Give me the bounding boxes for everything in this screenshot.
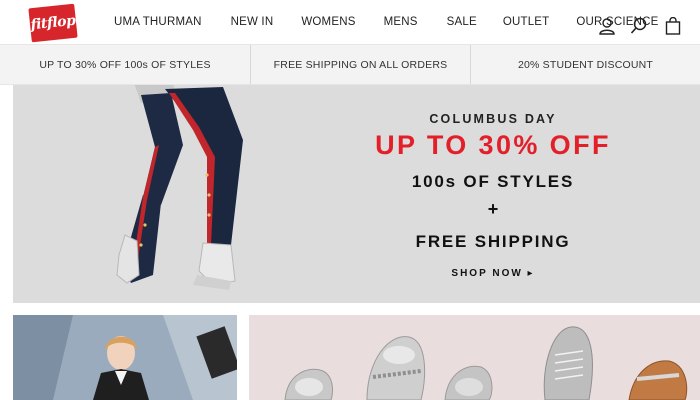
bag-icon[interactable]	[664, 17, 682, 35]
header-icons	[590, 0, 700, 44]
site-header: fitflop UMA THURMAN NEW IN WOMENS MENS S…	[0, 0, 700, 44]
hero-line-shipping: FREE SHIPPING	[415, 232, 571, 251]
brand-logo-text: fitflop	[29, 12, 77, 34]
main-nav: UMA THURMAN NEW IN WOMENS MENS SALE OUTL…	[110, 0, 658, 44]
nav-item-outlet[interactable]: OUTLET	[503, 16, 550, 28]
nav-item-sale[interactable]: SALE	[447, 16, 477, 28]
nav-item-mens[interactable]: MENS	[384, 16, 418, 28]
promo-tile-shoes[interactable]	[249, 315, 700, 400]
promo-item-sale[interactable]: UP TO 30% OFF 100s OF STYLES	[0, 45, 250, 84]
hero-model-image	[116, 85, 243, 290]
nav-item-womens[interactable]: WOMENS	[301, 16, 355, 28]
search-icon[interactable]	[630, 17, 648, 35]
hero-text-block: COLUMBUS DAY UP TO 30% OFF 100s OF STYLE…	[293, 85, 693, 303]
promo-tile-model[interactable]	[13, 315, 237, 400]
hero-line-styles: 100s OF STYLES	[411, 172, 575, 191]
model-portrait-image	[13, 315, 237, 400]
hero-deal-headline: UP TO 30% OFF	[375, 130, 611, 160]
nav-item-uma-thurman[interactable]: UMA THURMAN	[114, 16, 202, 28]
hero-plus: +	[487, 199, 499, 219]
hero-occasion: COLUMBUS DAY	[429, 112, 557, 126]
nav-item-new-in[interactable]: NEW IN	[231, 16, 274, 28]
account-icon[interactable]	[598, 17, 616, 35]
shop-now-link[interactable]: SHOP NOW ▸	[293, 268, 693, 279]
shoes-image	[249, 315, 700, 400]
promo-item-student-discount[interactable]: 20% STUDENT DISCOUNT	[471, 45, 700, 84]
brand-logo[interactable]: fitflop	[28, 3, 78, 43]
promo-item-shipping[interactable]: FREE SHIPPING ON ALL ORDERS	[250, 45, 471, 84]
promo-bar: UP TO 30% OFF 100s OF STYLES FREE SHIPPI…	[0, 44, 700, 85]
hero-banner[interactable]: COLUMBUS DAY UP TO 30% OFF 100s OF STYLE…	[13, 85, 700, 303]
